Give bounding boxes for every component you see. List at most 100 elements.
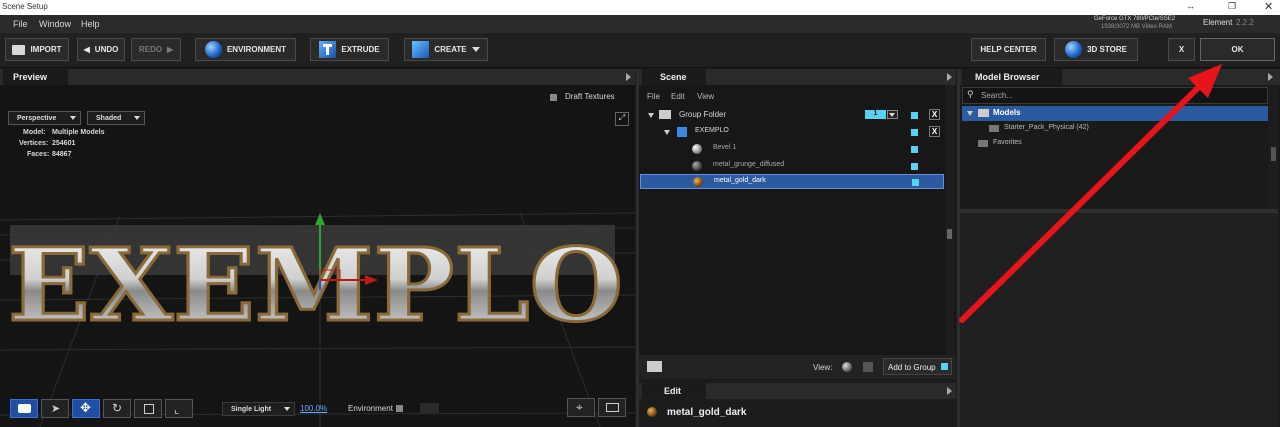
add-to-group-checkbox[interactable] — [941, 363, 948, 370]
object-label: EXEMPLO — [695, 127, 729, 134]
expand-icon[interactable] — [648, 113, 654, 118]
window-close-icon[interactable]: ✕ — [1264, 0, 1273, 13]
material-ball-icon — [692, 144, 702, 154]
faces-label: Faces: — [27, 151, 50, 158]
maximize-icon[interactable]: ❐ — [1228, 1, 1236, 12]
visibility-toggle[interactable] — [912, 179, 919, 186]
chevron-down-icon — [889, 113, 895, 117]
shading-select[interactable]: Shaded — [87, 111, 145, 125]
ok-button[interactable]: OK — [1200, 38, 1275, 61]
light-mode-select[interactable]: Single Light — [222, 402, 295, 416]
flat-view-icon[interactable] — [863, 362, 873, 372]
extrude-icon — [319, 41, 337, 58]
center-view-button[interactable]: ⌖ — [567, 398, 595, 417]
cancel-button[interactable]: X — [1168, 38, 1195, 61]
view-label: View: — [813, 363, 833, 372]
camera-icon — [18, 404, 31, 413]
sphere-view-icon[interactable] — [842, 362, 852, 372]
restore-icon[interactable]: ↔ — [1186, 1, 1195, 11]
scene-menu-view[interactable]: View — [697, 92, 714, 101]
model-label: Model: — [23, 129, 46, 136]
tab-preview[interactable]: Preview — [3, 69, 68, 85]
maximize-viewport-icon[interactable]: ⤢ — [615, 112, 629, 126]
tab-edit[interactable]: Edit — [642, 383, 706, 399]
material-ball-icon — [693, 177, 703, 187]
display-mode-button[interactable] — [598, 398, 626, 417]
select-tool-button[interactable]: ➤ — [41, 399, 69, 418]
visibility-toggle[interactable] — [911, 129, 918, 136]
extrude-button[interactable]: EXTRUDE — [310, 38, 389, 61]
rotate-tool-button[interactable]: ↻ — [103, 399, 131, 418]
chevron-down-icon — [134, 116, 140, 120]
menu-help[interactable]: Help — [81, 19, 100, 29]
rotate-icon: ↻ — [112, 401, 123, 415]
tree-row-material-selected[interactable]: metal_gold_dark — [640, 174, 944, 189]
visibility-toggle[interactable] — [911, 112, 918, 119]
preview-header: Preview — [0, 69, 635, 85]
expand-icon[interactable] — [664, 130, 670, 135]
material-label: metal_gold_dark — [714, 177, 766, 184]
globe-icon — [1065, 41, 1083, 58]
draft-textures-label: Draft Textures — [565, 92, 615, 101]
camera-tool-button[interactable] — [10, 399, 38, 418]
tree-row-material[interactable]: Bevel 1 — [639, 141, 944, 157]
tab-scene[interactable]: Scene — [642, 69, 706, 85]
preview-viewport[interactable]: EXEMPLO Draft Textures Perspective Shade… — [0, 85, 635, 427]
scale-icon — [144, 404, 154, 414]
visibility-toggle[interactable] — [911, 146, 918, 153]
redo-button[interactable]: REDO ▶ — [131, 38, 181, 61]
viewport-scene: EXEMPLO — [0, 212, 635, 427]
create-button[interactable]: CREATE — [404, 38, 488, 61]
scene-tree: File Edit View Group Folder 1 X EXEMPLO … — [639, 85, 956, 355]
menu-window[interactable]: Window — [39, 19, 71, 29]
move-tool-button[interactable]: ✥ — [72, 399, 100, 418]
scrollbar-handle[interactable] — [1271, 147, 1276, 161]
panel-arrow-icon[interactable] — [947, 387, 952, 395]
model-value: Multiple Models — [52, 129, 105, 136]
add-to-group-button[interactable]: Add to Group — [883, 358, 952, 375]
undo-button[interactable]: ◀ UNDO — [77, 38, 125, 61]
material-ball-icon — [692, 161, 702, 171]
annotation-arrow — [959, 64, 1222, 323]
delete-button[interactable]: X — [929, 109, 940, 120]
zoom-link[interactable]: 100.0% — [300, 404, 327, 413]
tree-row-group-folder[interactable]: Group Folder 1 X — [639, 107, 944, 123]
environment-swatch[interactable] — [420, 403, 439, 414]
app-version: 2.2.2 — [1236, 18, 1254, 27]
store-button[interactable]: 3D STORE — [1054, 38, 1138, 61]
material-label: metal_grunge_diffused — [713, 161, 785, 168]
draft-textures-checkbox[interactable] — [550, 94, 557, 101]
scene-header: Scene — [639, 69, 956, 85]
scene-menu-edit[interactable]: Edit — [671, 92, 685, 101]
tree-row-exemplo[interactable]: EXEMPLO X — [639, 124, 944, 140]
monitor-icon — [606, 403, 619, 412]
scene-menu-file[interactable]: File — [647, 92, 660, 101]
arrow-right-icon: ▶ — [166, 45, 174, 54]
delete-button[interactable]: X — [929, 126, 940, 137]
import-button[interactable]: IMPORT — [5, 38, 69, 61]
panel-arrow-icon[interactable] — [1268, 73, 1273, 81]
crosshair-icon: ⌖ — [576, 400, 583, 414]
scale-tool-button[interactable] — [134, 399, 162, 418]
title-bar: Scene Setup ↔ ❐ ✕ — [0, 0, 1280, 15]
chevron-down-icon — [70, 116, 76, 120]
scrollbar[interactable] — [1269, 85, 1278, 211]
environment-checkbox[interactable] — [396, 405, 403, 412]
axis-tool-button[interactable]: ⌞ — [165, 399, 193, 418]
menu-file[interactable]: File — [13, 19, 28, 29]
visibility-toggle[interactable] — [911, 163, 918, 170]
environment-button[interactable]: ENVIRONMENT — [195, 38, 296, 61]
help-center-button[interactable]: HELP CENTER — [971, 38, 1046, 61]
view-mode-select[interactable]: Perspective — [8, 111, 81, 125]
group-count-badge[interactable]: 1 — [865, 110, 886, 119]
panel-arrow-icon[interactable] — [626, 73, 631, 81]
group-dropdown[interactable] — [887, 110, 898, 119]
vertices-value: 254601 — [52, 140, 76, 147]
vram-info: 1938/3072 MB Video RAM — [1101, 24, 1172, 30]
scene-footer: View: Add to Group — [639, 355, 956, 379]
chevron-down-icon — [471, 47, 480, 52]
material-ball-icon — [647, 407, 657, 417]
environment-label: Environment — [348, 404, 393, 413]
add-folder-icon[interactable] — [647, 361, 662, 372]
tree-row-material[interactable]: metal_grunge_diffused — [639, 158, 944, 174]
